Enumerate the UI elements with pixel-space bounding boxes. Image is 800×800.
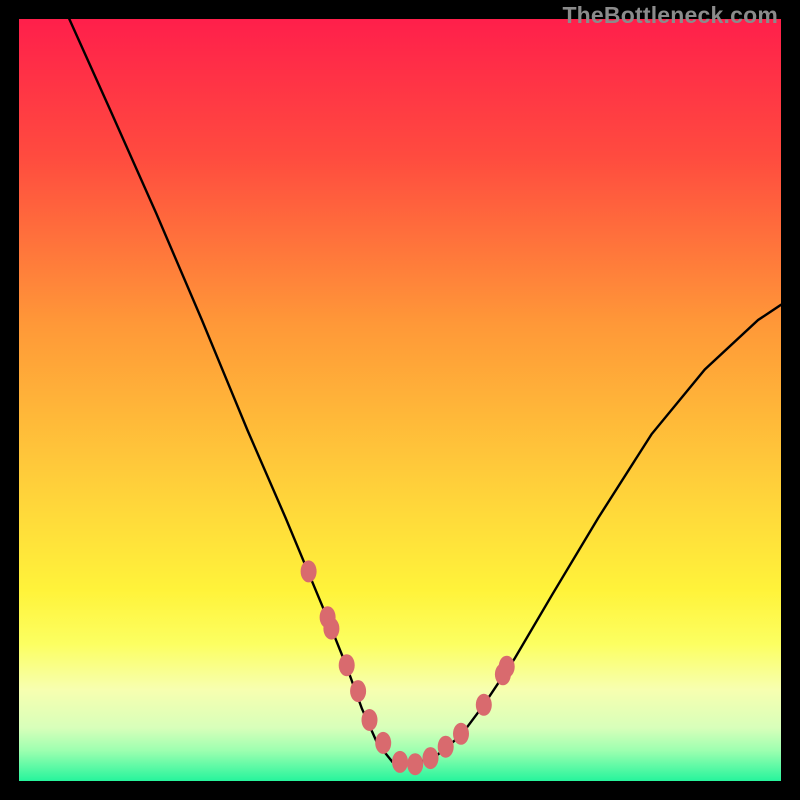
marker-dot (392, 751, 408, 773)
marker-dot (453, 723, 469, 745)
marker-dot (375, 732, 391, 754)
watermark-text: TheBottleneck.com (562, 2, 778, 29)
marker-dot (438, 736, 454, 758)
marker-dot (362, 709, 378, 731)
marker-dot (301, 560, 317, 582)
bottleneck-chart (19, 19, 781, 781)
marker-dot (476, 694, 492, 716)
marker-dot (423, 747, 439, 769)
marker-dot (350, 680, 366, 702)
marker-dot (499, 656, 515, 678)
marker-dot (323, 618, 339, 640)
marker-dot (407, 753, 423, 775)
bottleneck-curve (69, 19, 781, 764)
marker-dot (339, 654, 355, 676)
highlight-markers (301, 560, 515, 775)
chart-frame: TheBottleneck.com (0, 0, 800, 800)
plot-area (19, 19, 781, 781)
